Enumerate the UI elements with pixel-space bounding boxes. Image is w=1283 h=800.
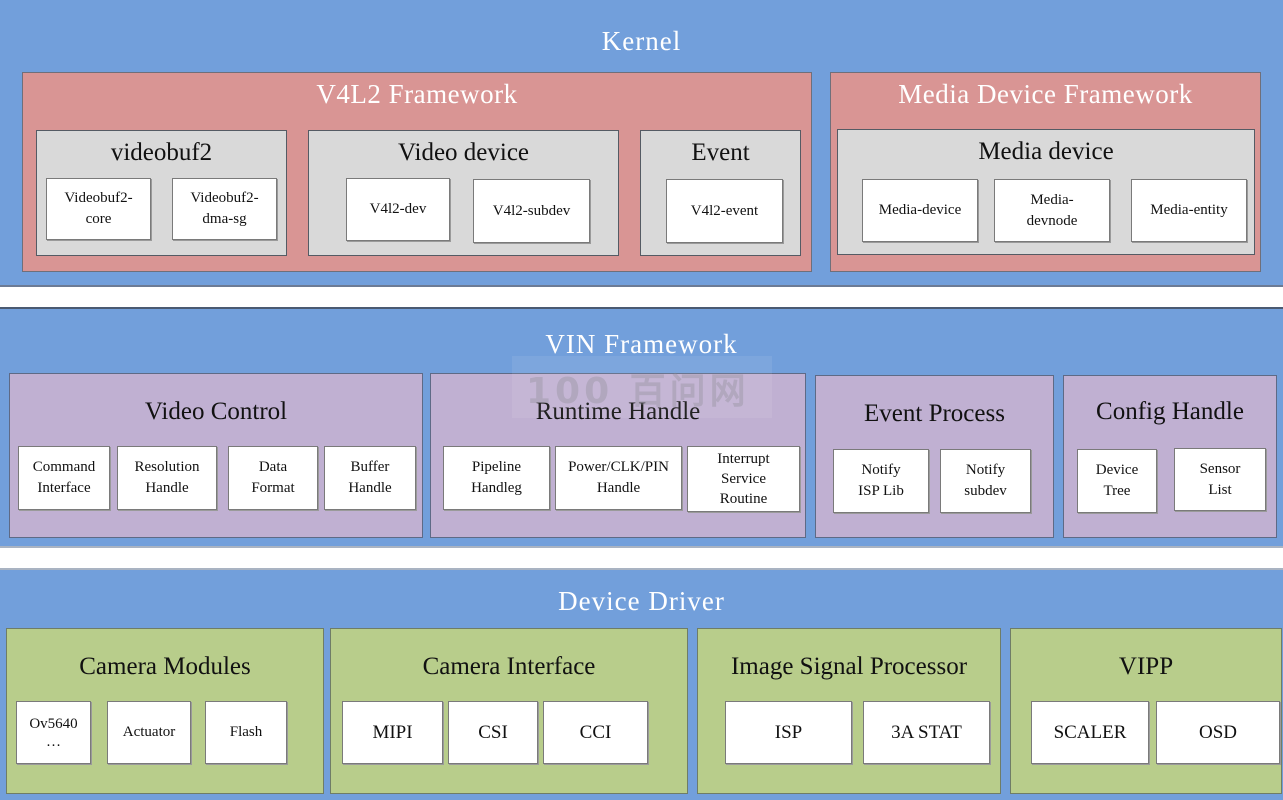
isp-box: ISP [725,701,852,764]
v4l2-dev-box: V4l2-dev [346,178,450,241]
media-device-framework: Media Device Framework Media device Medi… [830,72,1261,272]
video-control-group: Video Control Command Interface Resoluti… [9,373,423,538]
kernel-layer-title: Kernel [601,26,682,56]
resolution-handle-box: Resolution Handle [117,446,217,510]
data-format-box: Data Format [228,446,318,510]
camera-modules-title: Camera Modules [79,653,251,680]
sensor-list-box: Sensor List [1174,448,1266,511]
vipp-group: VIPP SCALER OSD [1010,628,1282,794]
media-devnode-box: Media- devnode [994,179,1110,242]
v4l2-framework-title: V4L2 Framework [316,79,518,109]
vin-layer: VIN Framework Video Control Command Inte… [0,307,1283,548]
kernel-layer: Kernel V4L2 Framework videobuf2 Videobuf… [0,0,1283,287]
v4l2-framework: V4L2 Framework videobuf2 Videobuf2- core… [22,72,812,272]
image-signal-processor-title: Image Signal Processor [730,653,968,680]
interrupt-service-routine-box: Interrupt Service Routine [687,446,800,512]
media-device-framework-title: Media Device Framework [898,79,1193,109]
image-signal-processor-group: Image Signal Processor ISP 3A STAT [697,628,1001,794]
vipp-title: VIPP [1118,653,1174,680]
notify-isp-lib-box: Notify ISP Lib [833,449,929,513]
v4l2-subdev-box: V4l2-subdev [473,179,590,243]
videobuf2-dma-sg-box: Videobuf2- dma-sg [172,178,277,240]
media-device-group: Media device Media-device Media- devnode… [837,129,1255,255]
config-handle-group: Config Handle Device Tree Sensor List [1063,375,1277,538]
event-title: Event [691,139,750,166]
videobuf2-title: videobuf2 [110,139,213,166]
actuator-box: Actuator [107,701,191,764]
runtime-handle-group: Runtime Handle Pipeline Handleg Power/CL… [430,373,806,538]
media-entity-box: Media-entity [1131,179,1247,242]
notify-subdev-box: Notify subdev [940,449,1031,513]
v4l2-event-box: V4l2-event [666,179,783,243]
camera-modules-group: Camera Modules Ov5640 … Actuator Flash [6,628,324,794]
video-device-title: Video device [397,139,530,166]
device-tree-box: Device Tree [1077,449,1157,513]
power-clk-pin-handle-box: Power/CLK/PIN Handle [555,446,682,510]
videobuf2-group: videobuf2 Videobuf2- core Videobuf2- dma… [36,130,287,256]
event-group: Event V4l2-event [640,130,801,256]
event-process-group: Event Process Notify ISP Lib Notify subd… [815,375,1054,538]
runtime-handle-title: Runtime Handle [535,398,701,425]
media-device-title: Media device [978,138,1114,165]
event-process-title: Event Process [864,400,1005,427]
media-device-box: Media-device [862,179,978,242]
device-driver-layer: Device Driver Camera Modules Ov5640 … Ac… [0,568,1283,800]
mipi-box: MIPI [342,701,443,764]
buffer-handle-box: Buffer Handle [324,446,416,510]
osd-box: OSD [1156,701,1280,764]
config-handle-title: Config Handle [1096,398,1244,425]
pipeline-handle-box: Pipeline Handleg [443,446,550,510]
video-device-group: Video device V4l2-dev V4l2-subdev [308,130,619,256]
scaler-box: SCALER [1031,701,1149,764]
flash-box: Flash [205,701,287,764]
csi-box: CSI [448,701,538,764]
vin-layer-title: VIN Framework [545,329,738,359]
cci-box: CCI [543,701,648,764]
camera-interface-group: Camera Interface MIPI CSI CCI [330,628,688,794]
videobuf2-core-box: Videobuf2- core [46,178,151,240]
video-control-title: Video Control [144,398,288,425]
ov5640-box: Ov5640 … [16,701,91,764]
command-interface-box: Command Interface [18,446,110,510]
device-driver-layer-title: Device Driver [558,586,725,616]
3a-stat-box: 3A STAT [863,701,990,764]
camera-interface-title: Camera Interface [422,653,596,680]
